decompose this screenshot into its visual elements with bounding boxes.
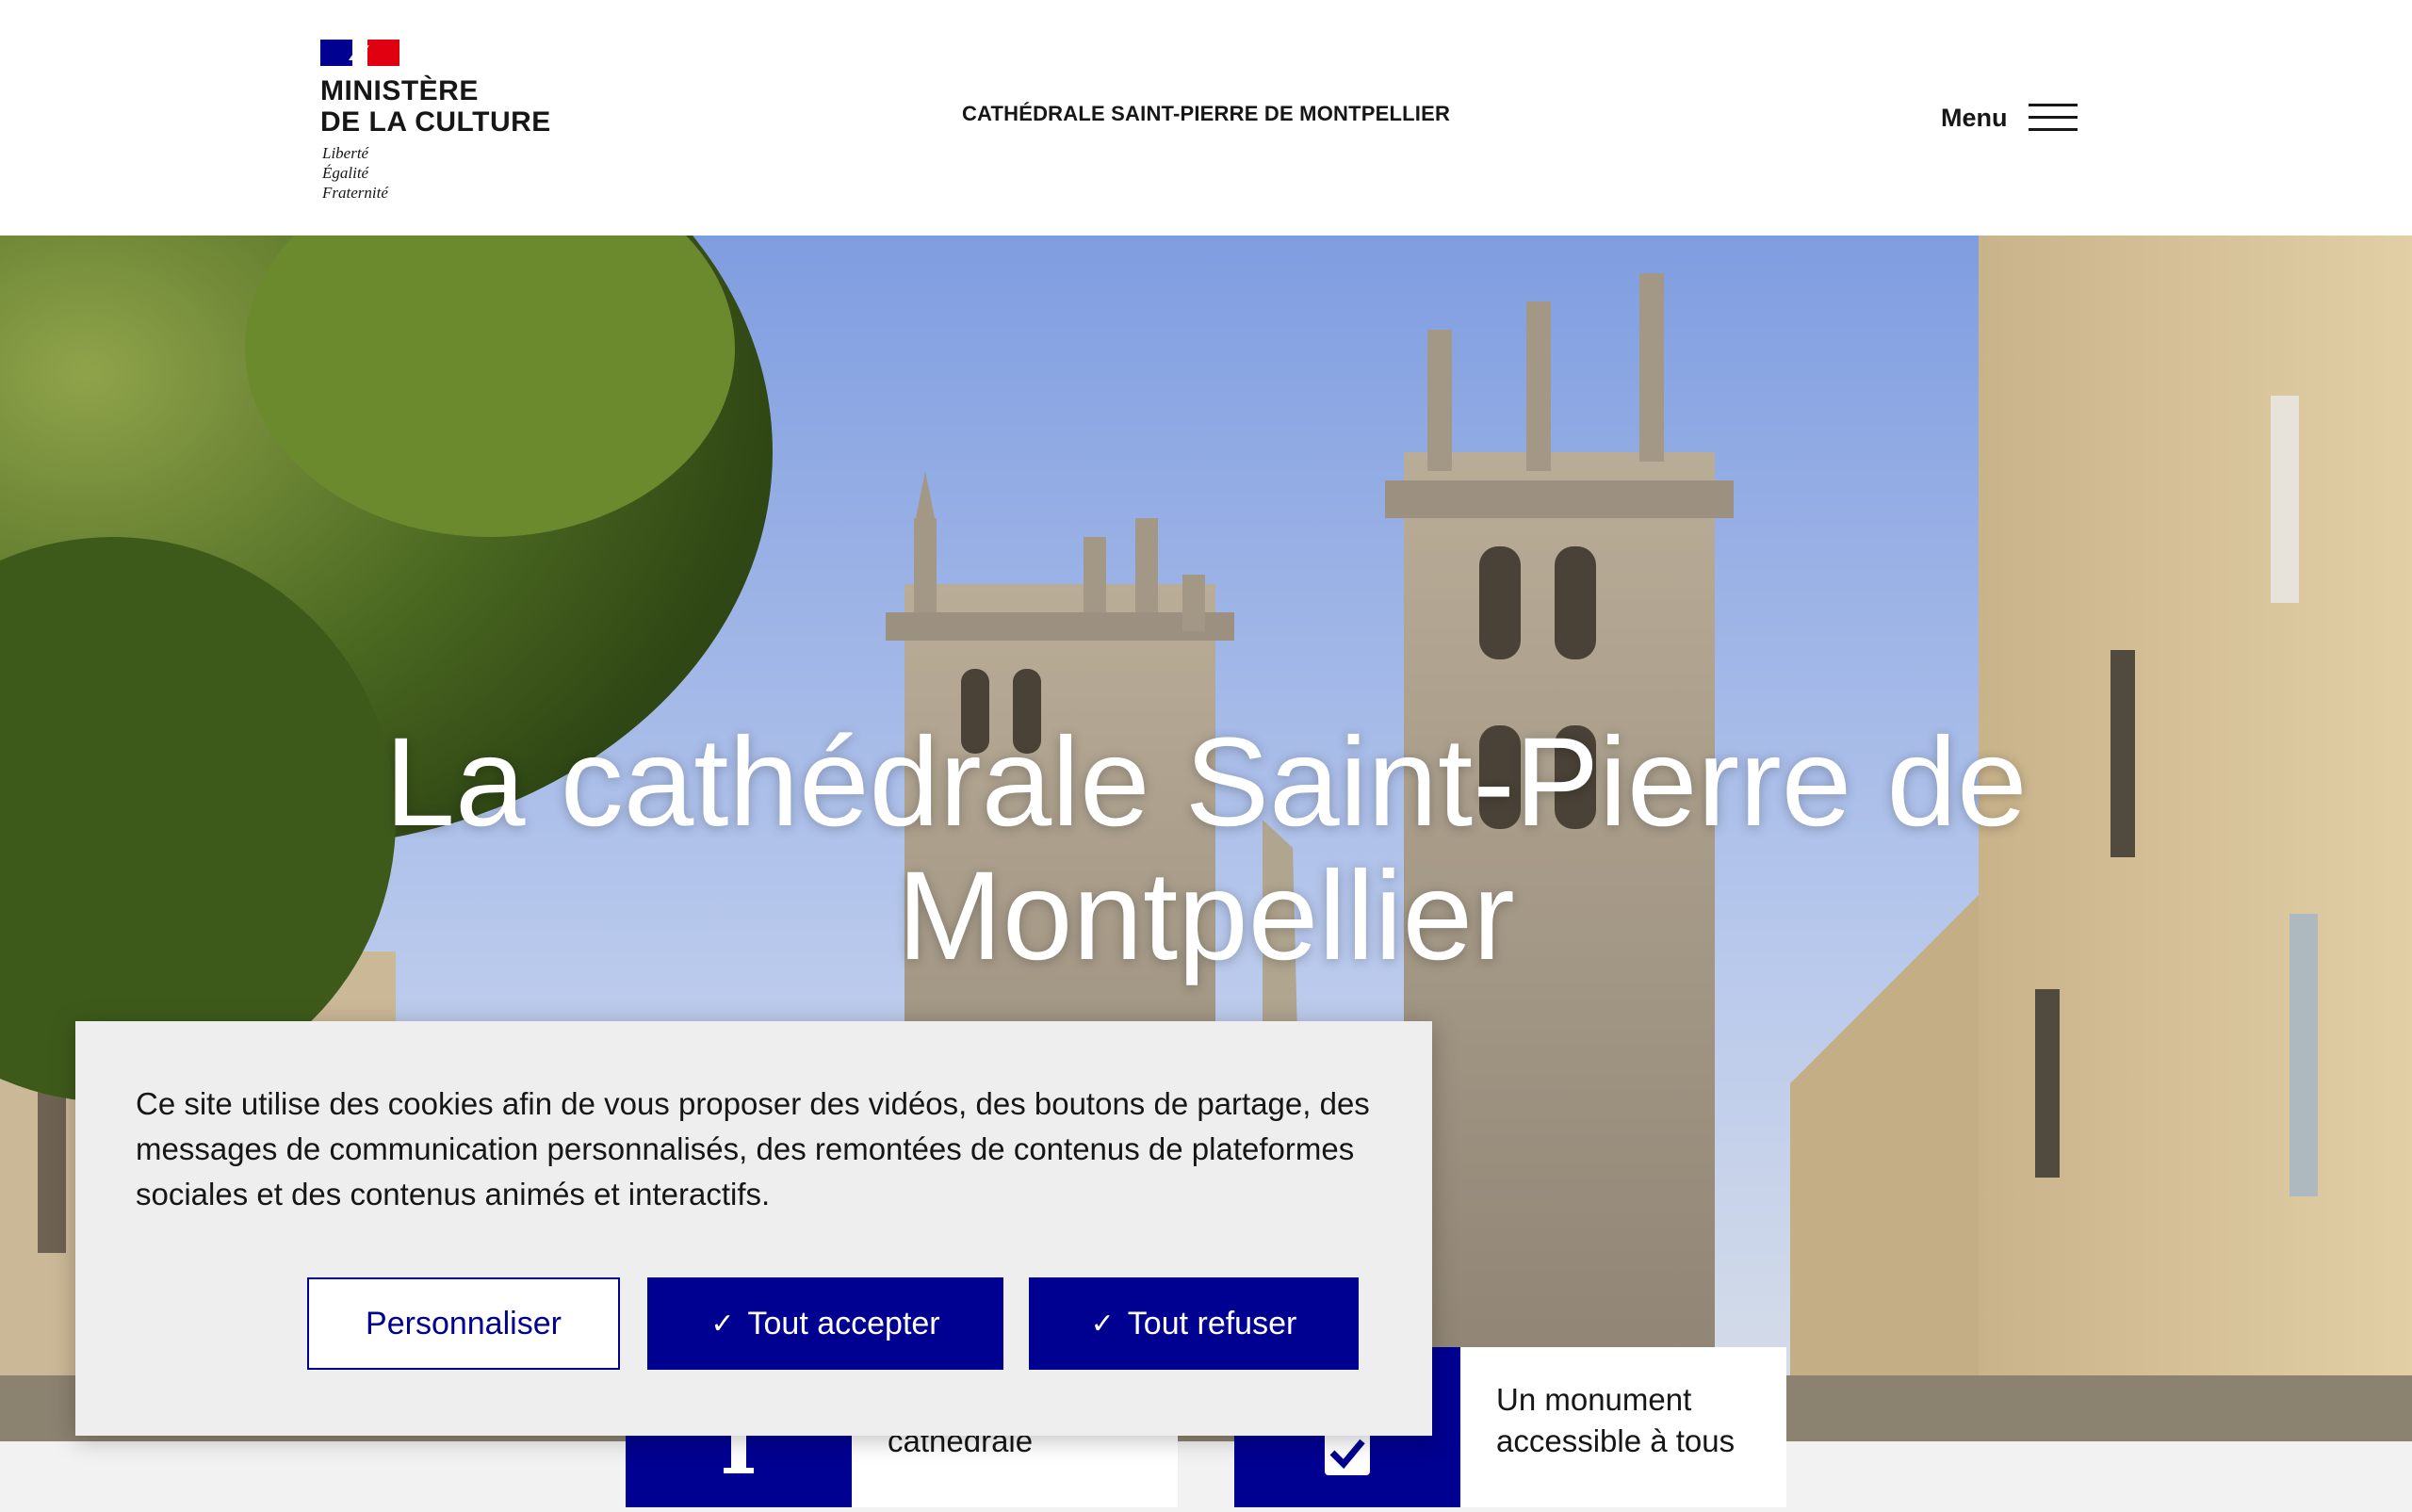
accept-all-button[interactable]: ✓ Tout accepter <box>647 1277 1003 1370</box>
checkmark-icon: ✓ <box>1090 1308 1115 1340</box>
ministry-name: MINISTÈRE DE LA CULTURE <box>320 75 551 138</box>
marianne-flag-icon <box>320 40 399 66</box>
republic-motto: Liberté Égalité Fraternité <box>322 144 388 202</box>
checkmark-icon: ✓ <box>710 1308 735 1340</box>
hero-title: La cathédrale Saint-Pierre de Montpellie… <box>384 712 2028 986</box>
quick-access-label: Un monument accessible à tous <box>1496 1382 1736 1458</box>
cookie-banner: Ce site utilise des cookies afin de vous… <box>75 1021 1432 1436</box>
accept-label: Tout accepter <box>747 1305 940 1341</box>
site-title[interactable]: CATHÉDRALE SAINT-PIERRE DE MONTPELLIER <box>942 102 1470 126</box>
customize-label: Personnaliser <box>366 1305 562 1341</box>
menu-label: Menu <box>1941 103 2008 132</box>
ministry-logo[interactable]: MINISTÈRE DE LA CULTURE Liberté Égalité … <box>320 38 565 207</box>
refuse-label: Tout refuser <box>1127 1305 1297 1341</box>
cookie-banner-text: Ce site utilise des cookies afin de vous… <box>136 1086 1370 1211</box>
hamburger-icon <box>2028 104 2078 132</box>
menu-button[interactable]: Menu <box>1941 94 2101 141</box>
refuse-all-button[interactable]: ✓ Tout refuser <box>1029 1277 1359 1370</box>
site-header: MINISTÈRE DE LA CULTURE Liberté Égalité … <box>0 0 2412 236</box>
customize-cookies-button[interactable]: Personnaliser <box>307 1277 620 1370</box>
